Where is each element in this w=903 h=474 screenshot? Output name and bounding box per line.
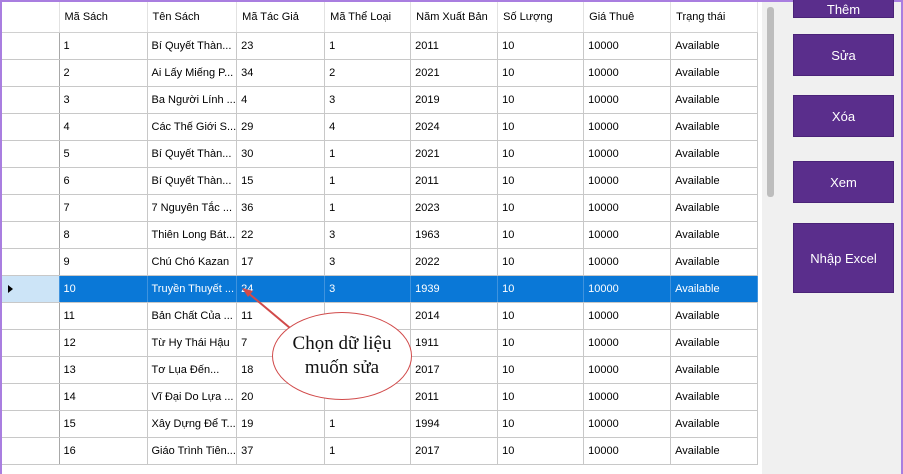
annotation-line-1: Chọn dữ liệu <box>292 333 392 354</box>
annotation-arrow <box>242 288 291 329</box>
annotation-callout: Chọn dữ liệu muốn sửa <box>272 312 412 400</box>
annotation-line-2: muốn sửa <box>304 357 380 378</box>
